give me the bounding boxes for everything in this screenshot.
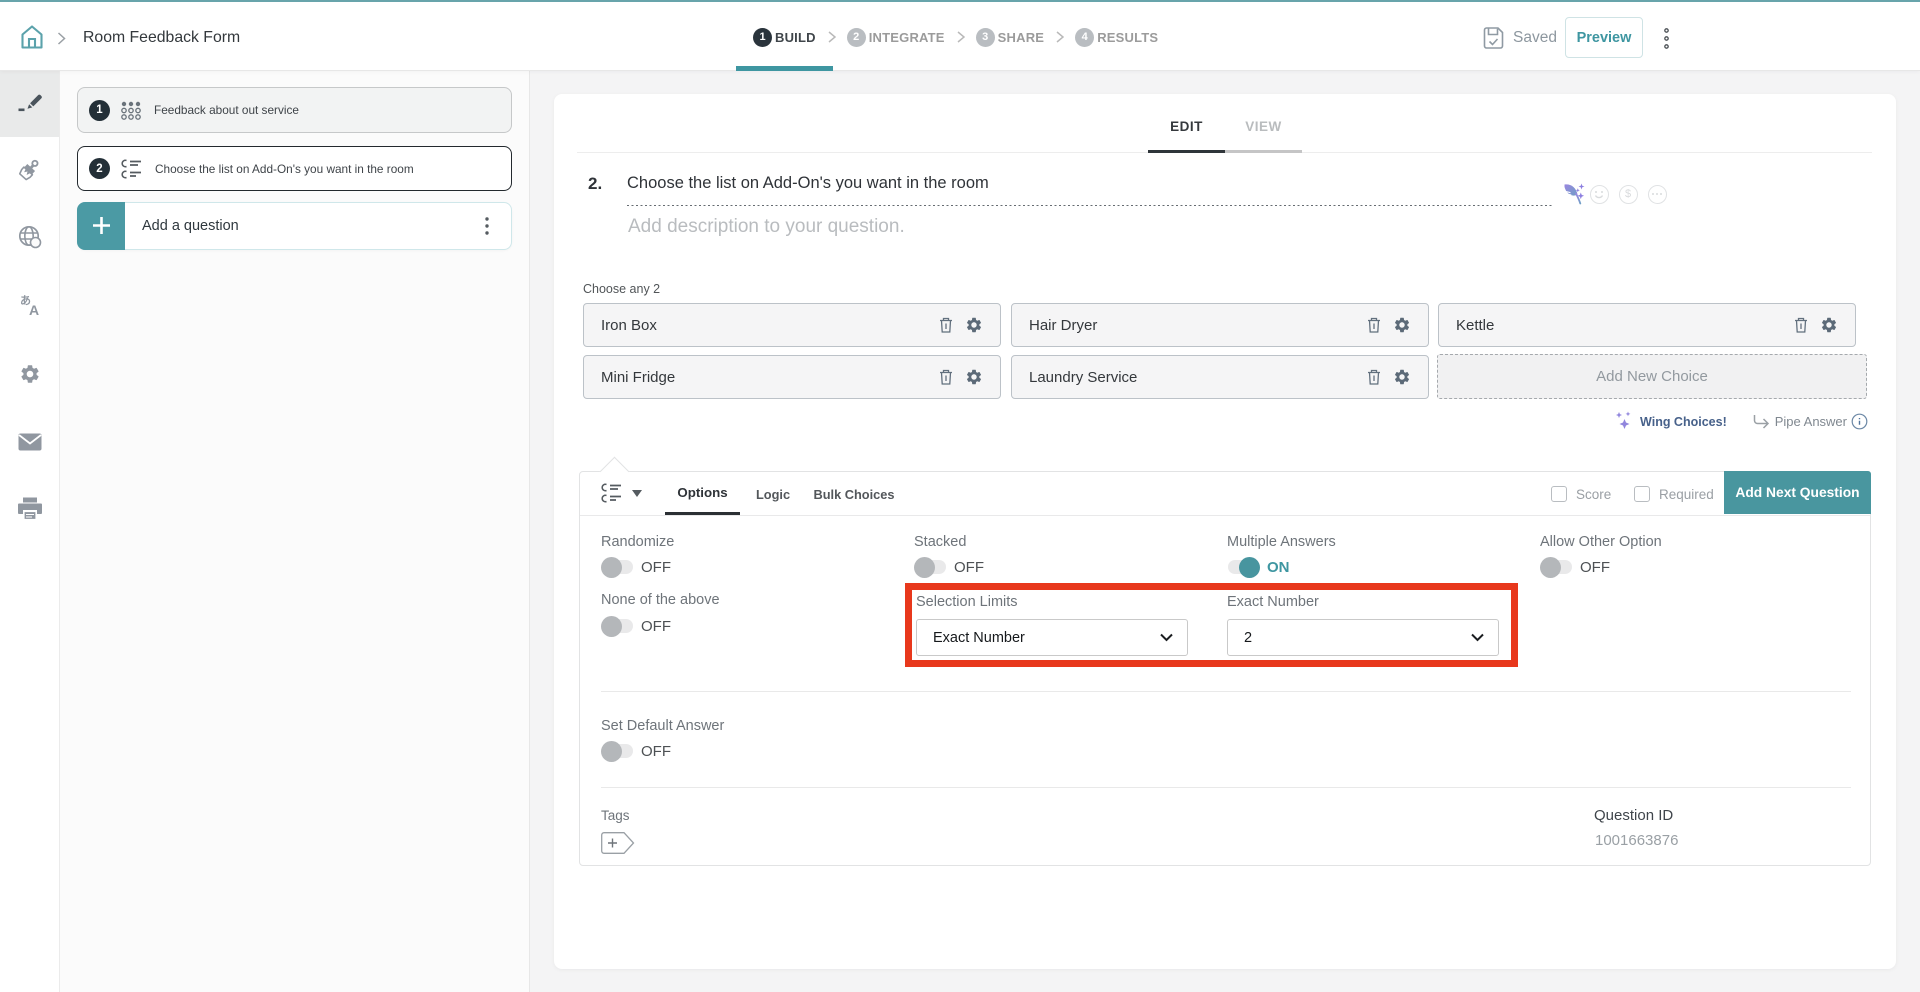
svg-text:A: A xyxy=(29,302,39,317)
